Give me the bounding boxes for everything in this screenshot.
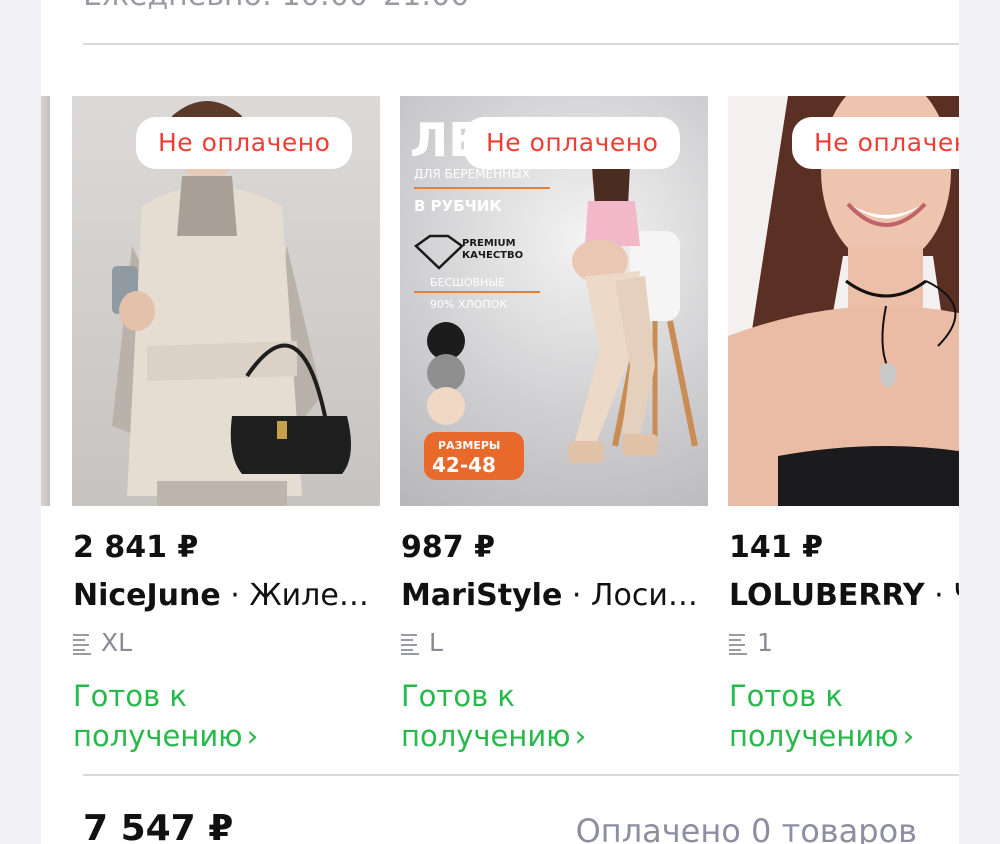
size-ruler-icon <box>401 634 419 655</box>
product-name[interactable]: NiceJune · Жилет утепленный <box>73 578 380 613</box>
order-total: 7 547 ₽ <box>83 808 234 844</box>
product-brand: LOLUBERRY <box>729 578 925 613</box>
product-name[interactable]: MariStyle · Лосины для беременных <box>401 578 708 613</box>
product-image[interactable]: ЛЕ ДЛЯ БЕРЕМЕННЫХ В РУБЧИК PREMIUM КАЧЕС… <box>400 96 708 506</box>
divider <box>83 774 959 776</box>
size-value: XL <box>101 628 133 657</box>
divider <box>83 43 959 45</box>
delivery-status: Готов к получению <box>401 679 571 753</box>
product-price: 987 ₽ <box>401 530 495 565</box>
size-value: L <box>429 628 443 657</box>
status-badge: Не оплачено <box>792 117 959 169</box>
status-badge: Не оплачено <box>136 117 353 169</box>
image-line1: ДЛЯ БЕРЕМЕННЫХ <box>414 167 530 181</box>
status-badge: Не оплачено <box>464 117 681 169</box>
image-line2: В РУБЧИК <box>414 197 502 215</box>
image-quality: КАЧЕСТВО <box>462 250 523 261</box>
product-title: · Жилет утепленный <box>230 578 380 613</box>
image-sizes-label: РАЗМЕРЫ <box>438 439 500 452</box>
ready-for-pickup-link[interactable]: Готов к получению › <box>73 676 333 756</box>
product-price: 2 841 ₽ <box>73 530 199 565</box>
size-ruler-icon <box>73 634 91 655</box>
product-card[interactable]: Не оплачено 2 841 ₽ NiceJune · Жилет уте… <box>72 96 380 766</box>
product-image[interactable]: Не оплачено <box>72 96 380 506</box>
size-ruler-icon <box>729 634 747 655</box>
image-seamless: БЕСШОВНЫЕ <box>430 276 505 289</box>
image-cotton: 90% ХЛОПОК <box>430 298 507 311</box>
chevron-right-icon: › <box>246 719 259 753</box>
image-sizes-value: 42-48 <box>432 453 496 477</box>
chevron-right-icon: › <box>574 719 587 753</box>
product-image[interactable]: Не оплачено <box>728 96 959 506</box>
ready-for-pickup-link[interactable]: Готов к получению › <box>729 676 959 756</box>
product-name[interactable]: LOLUBERRY · Чокер <box>729 578 959 613</box>
delivery-status: Готов к получению <box>729 679 899 753</box>
product-card[interactable]: Не оплачено 141 ₽ LOLUBERRY · Чокер 1 Го… <box>728 96 959 766</box>
product-brand: MariStyle <box>401 578 563 613</box>
delivery-status: Готов к получению <box>73 679 243 753</box>
product-size: XL <box>73 628 132 657</box>
product-card[interactable]: ЛЕ ДЛЯ БЕРЕМЕННЫХ В РУБЧИК PREMIUM КАЧЕС… <box>400 96 708 766</box>
pickup-hours: Ежедневно: 10:00–21:00 <box>83 0 469 13</box>
image-premium: PREMIUM <box>462 238 516 249</box>
product-size: 1 <box>729 628 773 657</box>
product-title: · Чокер <box>934 578 959 613</box>
product-carousel[interactable]: Не оплачено 2 841 ₽ NiceJune · Жилет уте… <box>41 96 959 766</box>
size-value: 1 <box>757 628 773 657</box>
product-title: · Лосины для беременных <box>571 578 708 613</box>
ready-for-pickup-link[interactable]: Готов к получению › <box>401 676 661 756</box>
chevron-right-icon: › <box>902 719 915 753</box>
order-card: Ежедневно: 10:00–21:00 <box>41 0 959 844</box>
paid-status: Оплачено 0 товаров <box>575 812 917 844</box>
product-price: 141 ₽ <box>729 530 823 565</box>
product-brand: NiceJune <box>73 578 221 613</box>
product-size: L <box>401 628 443 657</box>
